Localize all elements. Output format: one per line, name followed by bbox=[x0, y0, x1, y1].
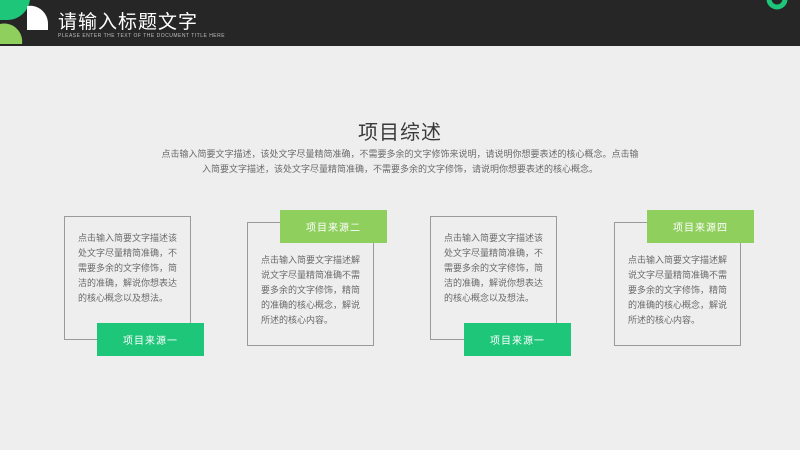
ring-decoration bbox=[766, 0, 788, 10]
card-3-text: 点击输入简要文字描述该处文字尽量精简准确，不需要多余的文字修饰，简洁的准确，解说… bbox=[444, 234, 544, 304]
card-3-tag: 项目来源一 bbox=[464, 323, 571, 356]
card-4-text: 点击输入简要文字描述解说文字尽量精简准确不需要多余的文字修饰，精简的准确的核心概… bbox=[628, 256, 728, 326]
section-description: 点击输入简要文字描述，该处文字尽量精简准确，不需要多余的文字修饰来说明，请说明你… bbox=[161, 150, 639, 175]
card-2-tag: 项目来源二 bbox=[280, 210, 387, 243]
card-4-tag: 项目来源四 bbox=[647, 210, 754, 243]
card-2-text: 点击输入简要文字描述解说文字尽量精简准确不需要多余的文字修饰，精简的准确的核心概… bbox=[261, 256, 361, 326]
card-1-text: 点击输入简要文字描述该处文字尽量精简准确，不需要多余的文字修饰，简洁的准确，解说… bbox=[78, 234, 178, 304]
header-bar: 请输入标题文字 PLEASE ENTER THE TEXT OF THE DOC… bbox=[0, 0, 800, 46]
logo-mark bbox=[0, 0, 49, 44]
card-1-tag: 项目来源一 bbox=[97, 323, 204, 356]
page-subtitle: PLEASE ENTER THE TEXT OF THE DOCUMENT TI… bbox=[58, 33, 226, 39]
page-title: 请输入标题文字 bbox=[58, 11, 199, 33]
section-title: 项目综述 bbox=[358, 120, 442, 144]
